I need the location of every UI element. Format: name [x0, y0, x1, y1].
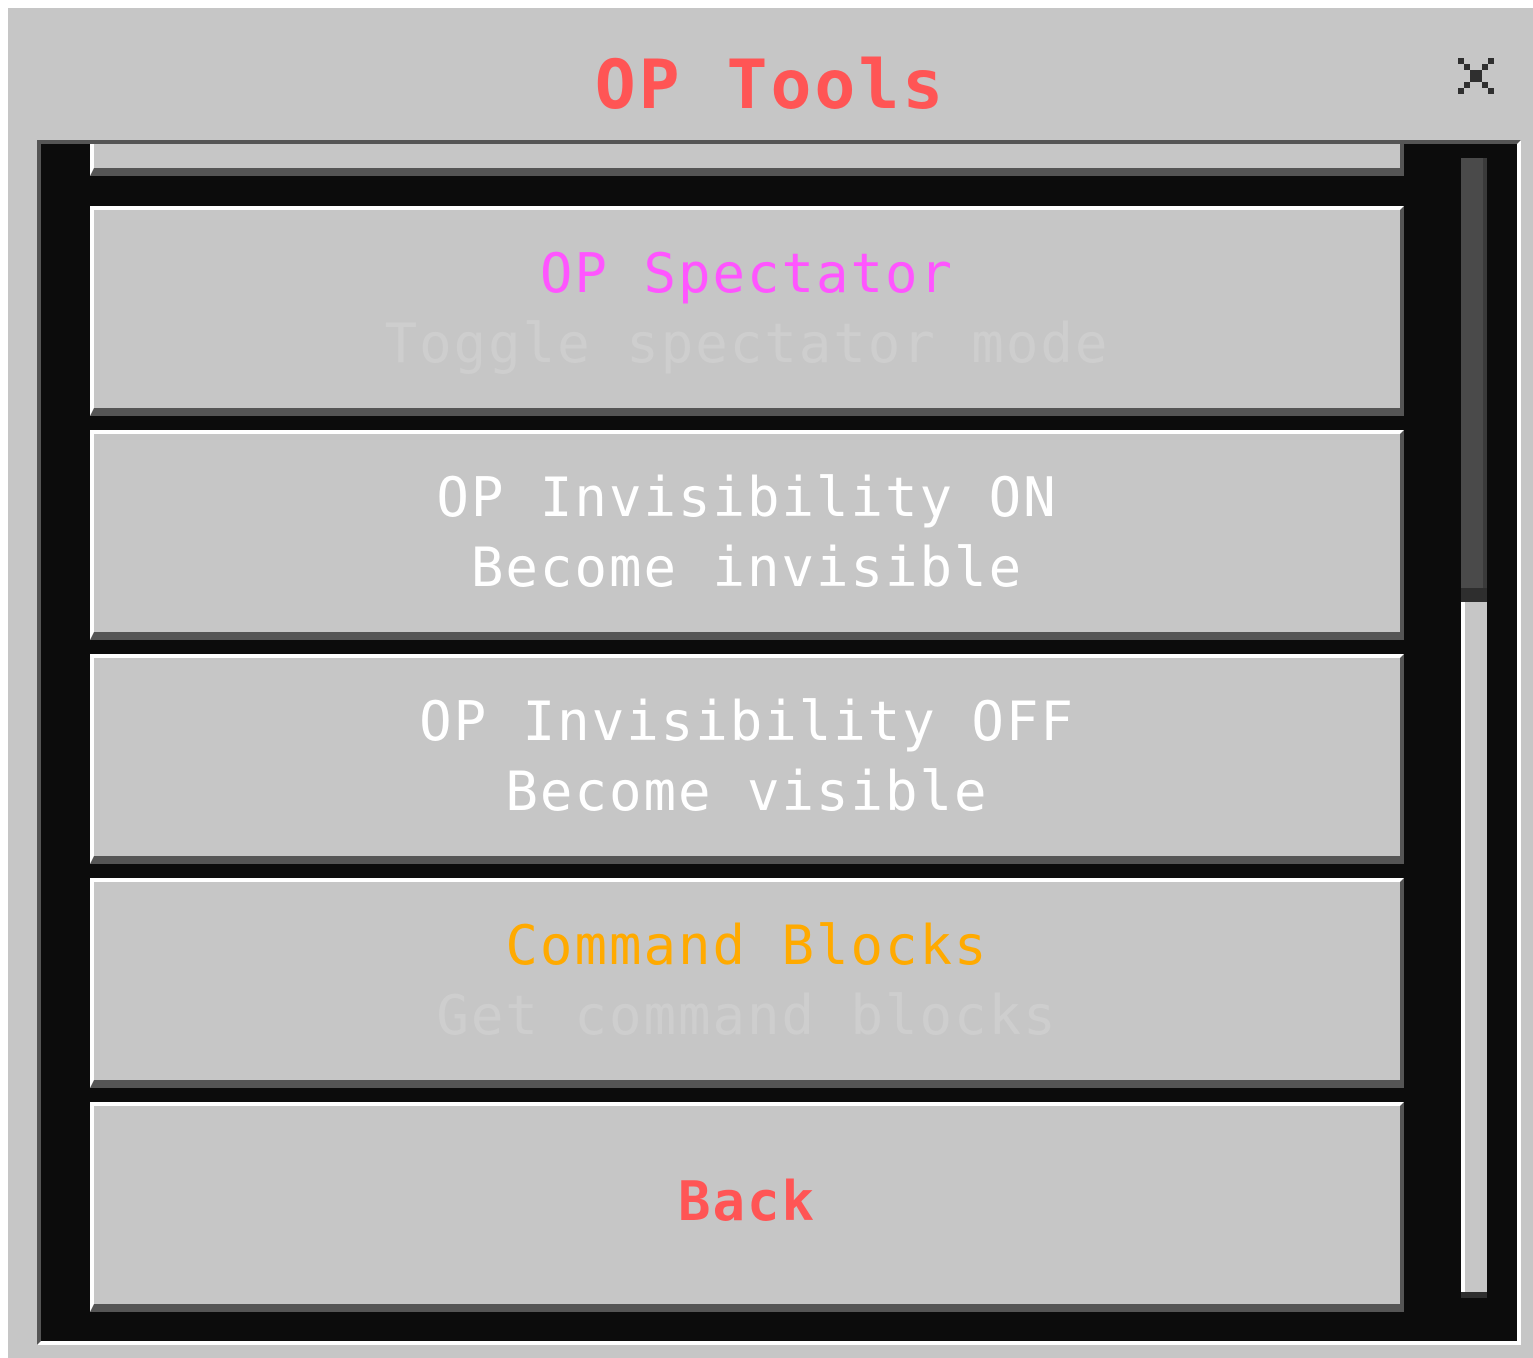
op-invisibility-on-subtitle: Become invisible	[470, 536, 1024, 599]
scrollbar-lower	[1461, 602, 1487, 1292]
dialog-title: OP Tools	[594, 46, 947, 125]
command-blocks-subtitle: Get command blocks	[436, 984, 1058, 1047]
op-invisibility-off-title: OP Invisibility OFF	[419, 690, 1075, 753]
op-spectator-button[interactable]: OP Spectator Toggle spectator mode	[90, 206, 1404, 416]
op-invisibility-off-button[interactable]: OP Invisibility OFF Become visible	[90, 654, 1404, 864]
button-list[interactable]: OP Spectator Toggle spectator mode OP In…	[37, 140, 1521, 1345]
op-spectator-title: OP Spectator	[539, 242, 955, 305]
scrollbar-thumb[interactable]	[1461, 158, 1487, 588]
command-blocks-button[interactable]: Command Blocks Get command blocks	[90, 878, 1404, 1088]
scrollbar-track[interactable]	[1461, 158, 1487, 1298]
list-button-partial[interactable]	[90, 144, 1404, 176]
command-blocks-title: Command Blocks	[505, 914, 989, 977]
close-icon	[1458, 58, 1494, 94]
op-tools-dialog: OP Tools OP Spectator Toggle spectator m…	[8, 8, 1533, 1358]
op-spectator-subtitle: Toggle spectator mode	[384, 312, 1110, 375]
op-invisibility-on-title: OP Invisibility ON	[436, 466, 1058, 529]
op-invisibility-off-subtitle: Become visible	[505, 760, 989, 823]
close-button[interactable]	[1452, 52, 1500, 100]
back-button[interactable]: Back	[90, 1102, 1404, 1312]
op-invisibility-on-button[interactable]: OP Invisibility ON Become invisible	[90, 430, 1404, 640]
back-button-label: Back	[677, 1170, 817, 1233]
